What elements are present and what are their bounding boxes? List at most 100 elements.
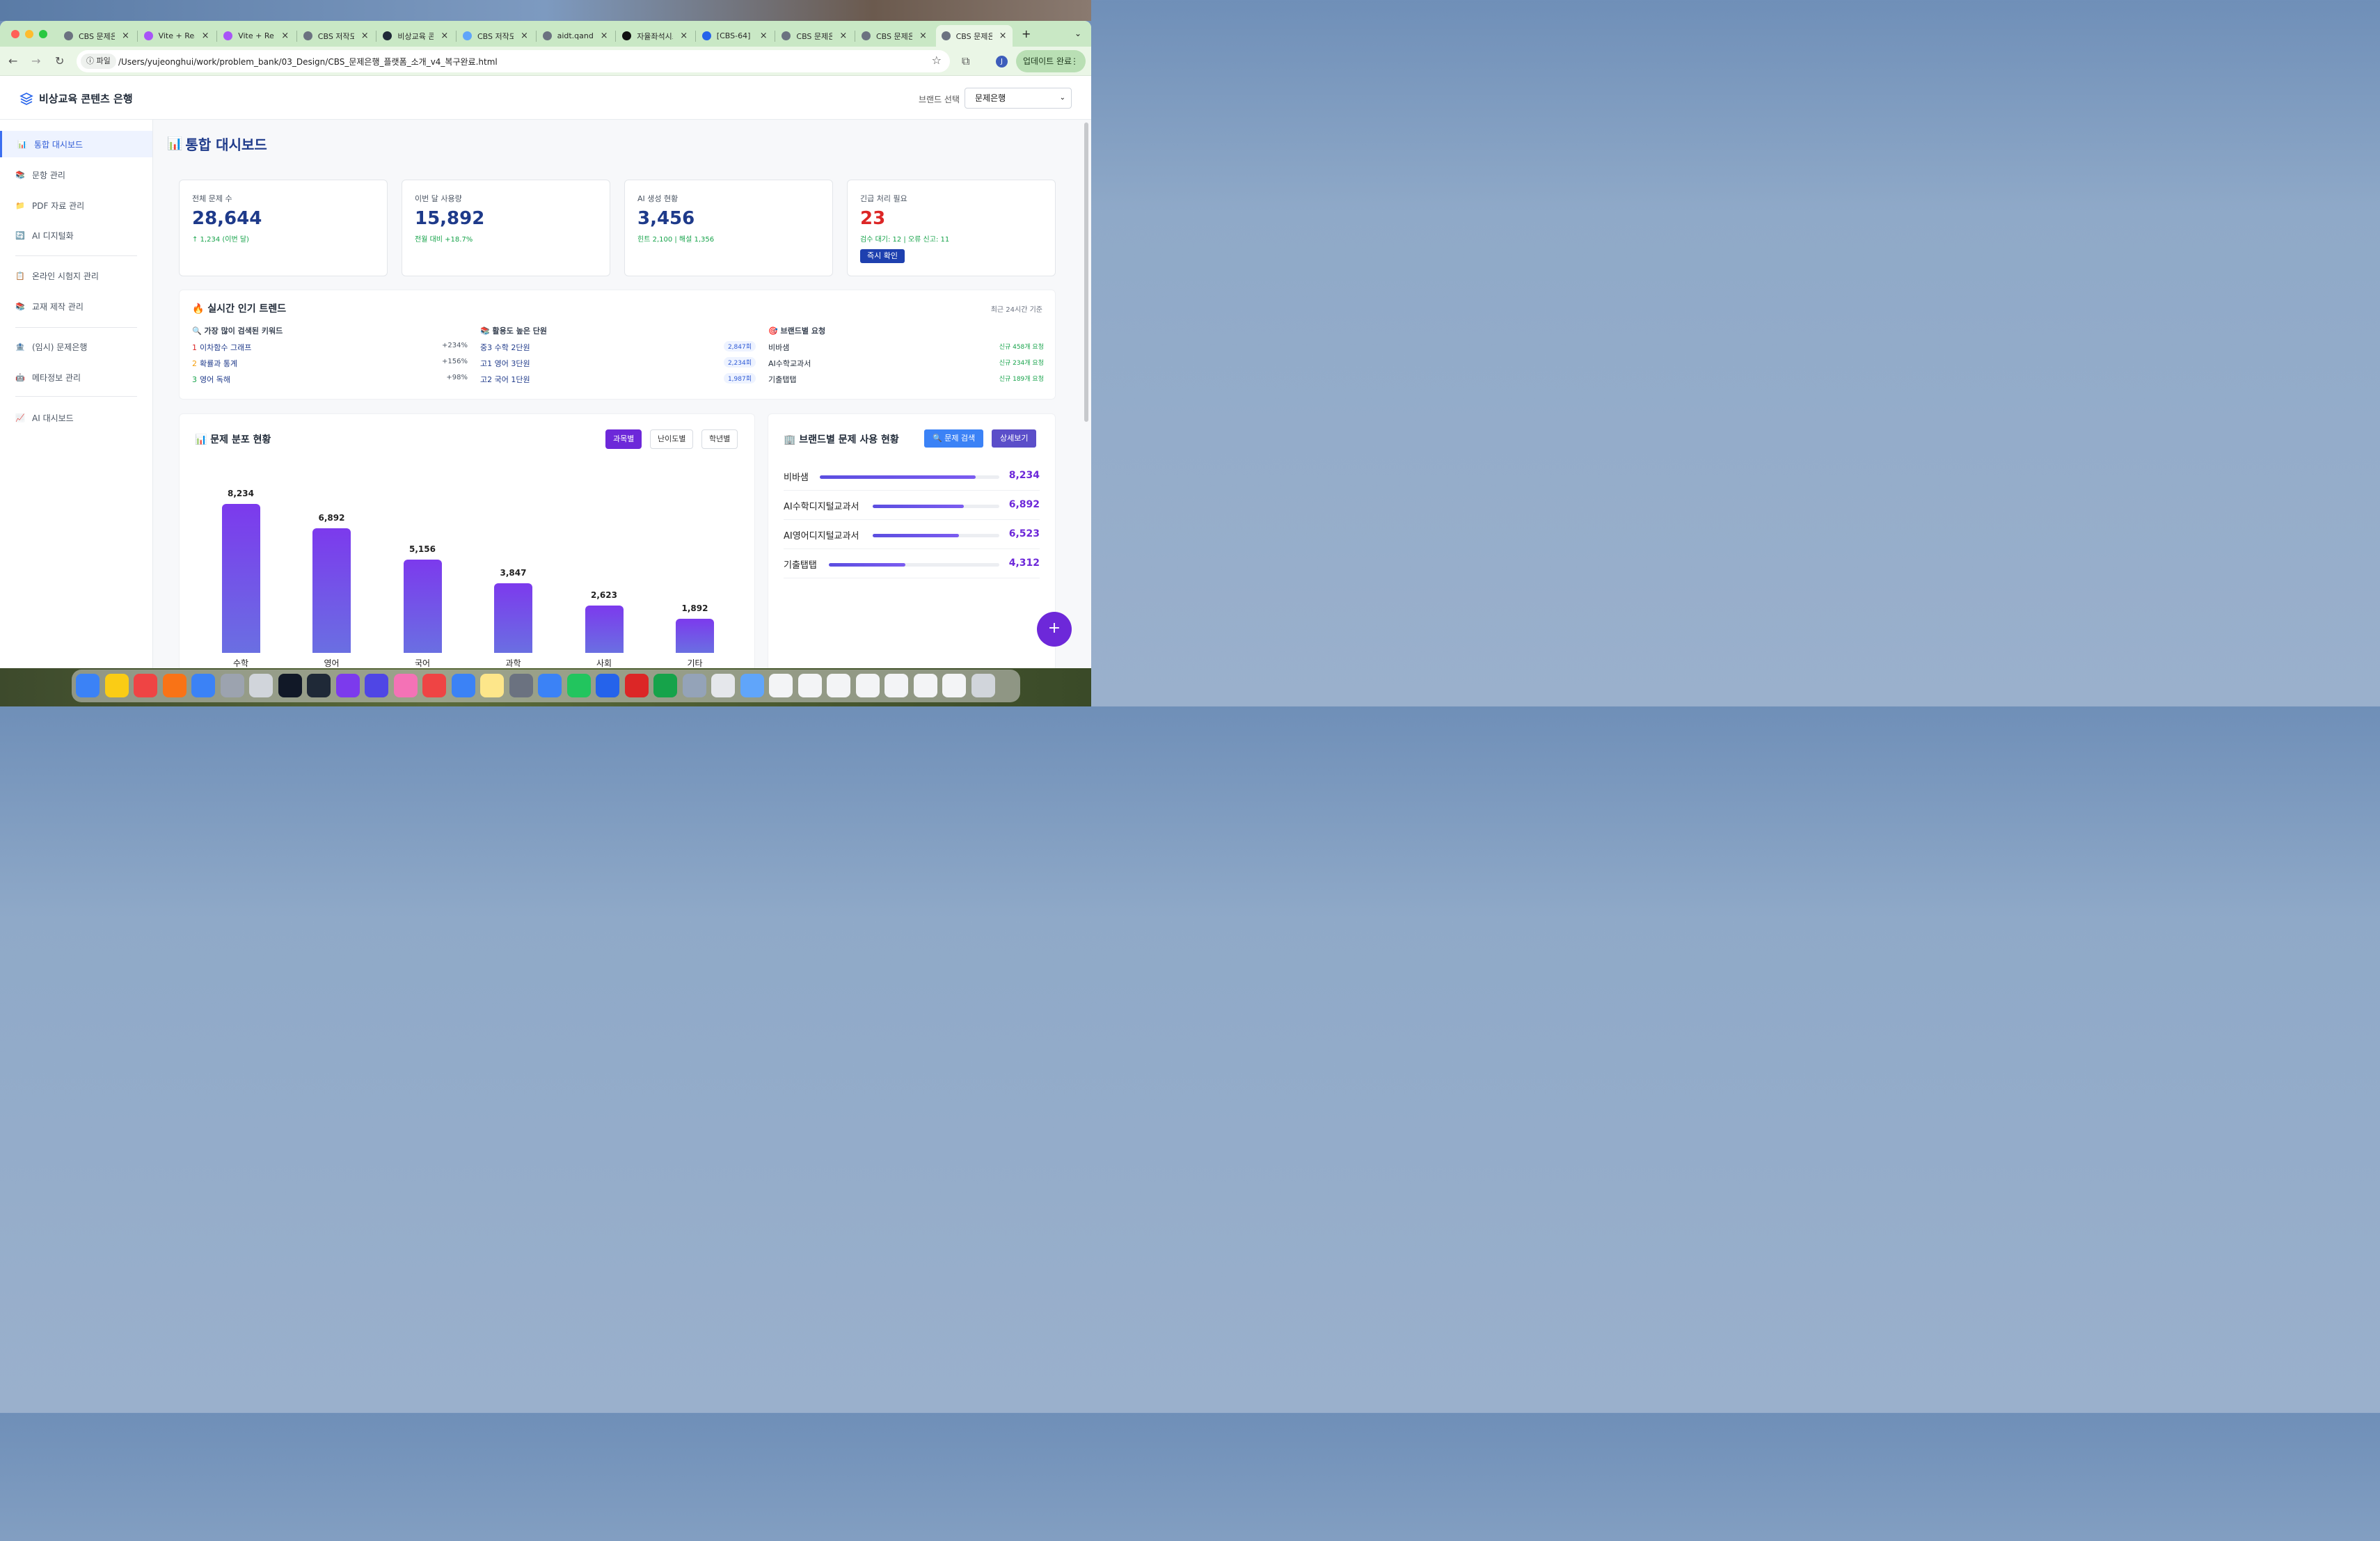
browser-tab[interactable]: CBS 문제은행 × [776,25,853,47]
sidebar-item[interactable]: 📚 문항 관리 [0,161,152,188]
window-thumb-icon[interactable] [769,674,793,697]
distribution-filter-button[interactable]: 과목별 [605,429,642,449]
trend-row[interactable]: 고2 국어 1단원 1,987회 [480,373,756,390]
back-icon[interactable]: ← [8,54,17,68]
profile-avatar[interactable]: J [996,56,1008,68]
browser-tab[interactable]: CBS 저작도구 × [298,25,375,47]
preview-icon[interactable] [682,674,706,697]
trend-row[interactable]: 3 영어 독해 +98% [192,374,468,390]
chart-bar[interactable] [676,618,714,653]
close-tab-icon[interactable]: × [521,31,528,41]
browser-tab[interactable]: Vite + React × [218,25,295,47]
trash-icon[interactable] [971,674,995,697]
extensions-icon[interactable]: ⧉ [962,54,969,68]
sidebar-item[interactable]: 📁 PDF 자료 관리 [0,192,152,219]
close-window-icon[interactable] [11,30,19,38]
finder-icon[interactable] [76,674,100,697]
browser-tab[interactable]: CBS 저작도구 × [457,25,534,47]
settings-icon[interactable] [509,674,533,697]
notes-icon[interactable] [480,674,504,697]
trend-row[interactable]: AI수학교과서 신규 234개 요청 [768,358,1044,374]
excel-icon[interactable] [653,674,677,697]
chart-bar[interactable] [494,583,532,653]
sidebar-item[interactable]: 📋 온라인 시험지 관리 [0,262,152,289]
browser-tab[interactable]: [CBS-64] × [697,25,774,47]
sidebar-item[interactable]: 📊 통합 대시보드 [0,131,152,157]
trend-row[interactable]: 중3 수학 2단원 2,847회 [480,341,756,358]
address-bar[interactable]: ⓘ 파일 /Users/yujeonghui/work/problem_bank… [77,50,950,72]
detail-view-button[interactable]: 상세보기 [992,429,1037,448]
sidebar-item[interactable]: 📈 AI 대시보드 [0,404,152,431]
site-info-chip[interactable]: ⓘ 파일 [81,54,116,69]
onedrive-icon[interactable] [191,674,215,697]
trend-row[interactable]: 기출탭탭 신규 189개 요청 [768,374,1044,390]
file-icon[interactable] [711,674,735,697]
brand-select[interactable]: 문제은행 ⌄ [965,88,1072,109]
window-thumb-icon[interactable] [798,674,822,697]
distribution-filter-button[interactable]: 난이도별 [650,429,694,449]
window-thumb-icon[interactable] [884,674,908,697]
cursor-icon[interactable] [278,674,302,697]
brand-usage-row[interactable]: 비바샘 8,234 [784,461,1040,491]
sketch-icon[interactable] [134,674,157,697]
close-tab-icon[interactable]: × [760,31,768,41]
chart-bar[interactable] [312,528,351,653]
tab-search-icon[interactable]: ⌄ [1074,29,1081,38]
url-text[interactable]: /Users/yujeonghui/work/problem_bank/03_D… [118,56,498,68]
brand-usage-row[interactable]: AI수학디지털교과서 6,892 [784,491,1040,520]
brand-usage-row[interactable]: 기출탭탭 4,312 [784,549,1040,578]
close-tab-icon[interactable]: × [919,31,927,41]
close-tab-icon[interactable]: × [601,31,608,41]
chart-bar[interactable] [403,559,442,653]
window-thumb-icon[interactable] [855,674,880,697]
window-thumb-icon[interactable] [827,674,850,697]
reload-icon[interactable]: ↻ [55,54,64,68]
browser-tab[interactable]: 자율좌석시스템 × [617,25,694,47]
trend-row[interactable]: 2 확률과 통계 +156% [192,358,468,374]
add-fab-button[interactable]: + [1037,612,1072,647]
trend-row[interactable]: 고1 영어 3단원 2,234회 [480,357,756,374]
photos-icon[interactable] [393,674,418,697]
teams-icon[interactable] [365,674,388,697]
zoom-window-icon[interactable] [39,30,47,38]
browser-tab[interactable]: 비상교육 콘텐츠 × [377,25,454,47]
close-tab-icon[interactable]: × [361,31,369,41]
close-tab-icon[interactable]: × [122,31,129,41]
browser-tab[interactable]: CBS 문제은행 × [58,25,136,47]
browser-tab[interactable]: Vite + React × [138,25,216,47]
trend-row[interactable]: 1 이차함수 그래프 +234% [192,342,468,358]
browser-tab[interactable]: aidt.qand × [537,25,614,47]
close-tab-icon[interactable]: × [281,31,289,41]
launchpad-icon[interactable] [220,674,244,697]
close-tab-icon[interactable]: × [680,31,688,41]
minimize-window-icon[interactable] [25,30,33,38]
sidebar-item[interactable]: 🔄 AI 디지털화 [0,222,152,248]
forward-icon[interactable]: → [31,54,40,68]
sidebar-item[interactable]: 📚 교재 제작 관리 [0,293,152,319]
help-icon[interactable] [249,674,273,697]
powerpoint-icon[interactable] [624,674,649,697]
update-button[interactable]: 업데이트 완료 ⋮ [1016,50,1086,72]
appstore-icon[interactable] [451,674,475,697]
chart-bar[interactable] [585,605,624,653]
chart-bar[interactable] [221,504,260,653]
window-thumb-icon[interactable] [913,674,937,697]
brand-usage-row[interactable]: AI영어디지털교과서 6,523 [784,520,1040,549]
sidebar-item[interactable]: 🏦 (임시) 문제은행 [0,333,152,360]
obsidian-icon[interactable] [335,674,360,697]
browser-tab[interactable]: CBS 문제은행 × [935,25,1013,47]
close-tab-icon[interactable]: × [999,31,1007,41]
folder-icon[interactable] [740,674,764,697]
kakaotalk-icon[interactable] [104,674,129,697]
bookmark-star-icon[interactable]: ☆ [932,54,942,67]
confirm-now-button[interactable]: 즉시 확인 [860,249,905,263]
outlook-icon[interactable] [596,674,619,697]
figma-icon[interactable] [307,674,331,697]
window-thumb-icon[interactable] [942,674,966,697]
browser-tab[interactable]: CBS 문제은행 × [856,25,933,47]
scrollbar[interactable] [1084,123,1088,422]
pdf-icon[interactable] [422,674,446,697]
close-tab-icon[interactable]: × [441,31,448,41]
trend-row[interactable]: 비바샘 신규 458개 요청 [768,342,1044,358]
sidebar-item[interactable]: 🤖 메타정보 관리 [0,364,152,390]
